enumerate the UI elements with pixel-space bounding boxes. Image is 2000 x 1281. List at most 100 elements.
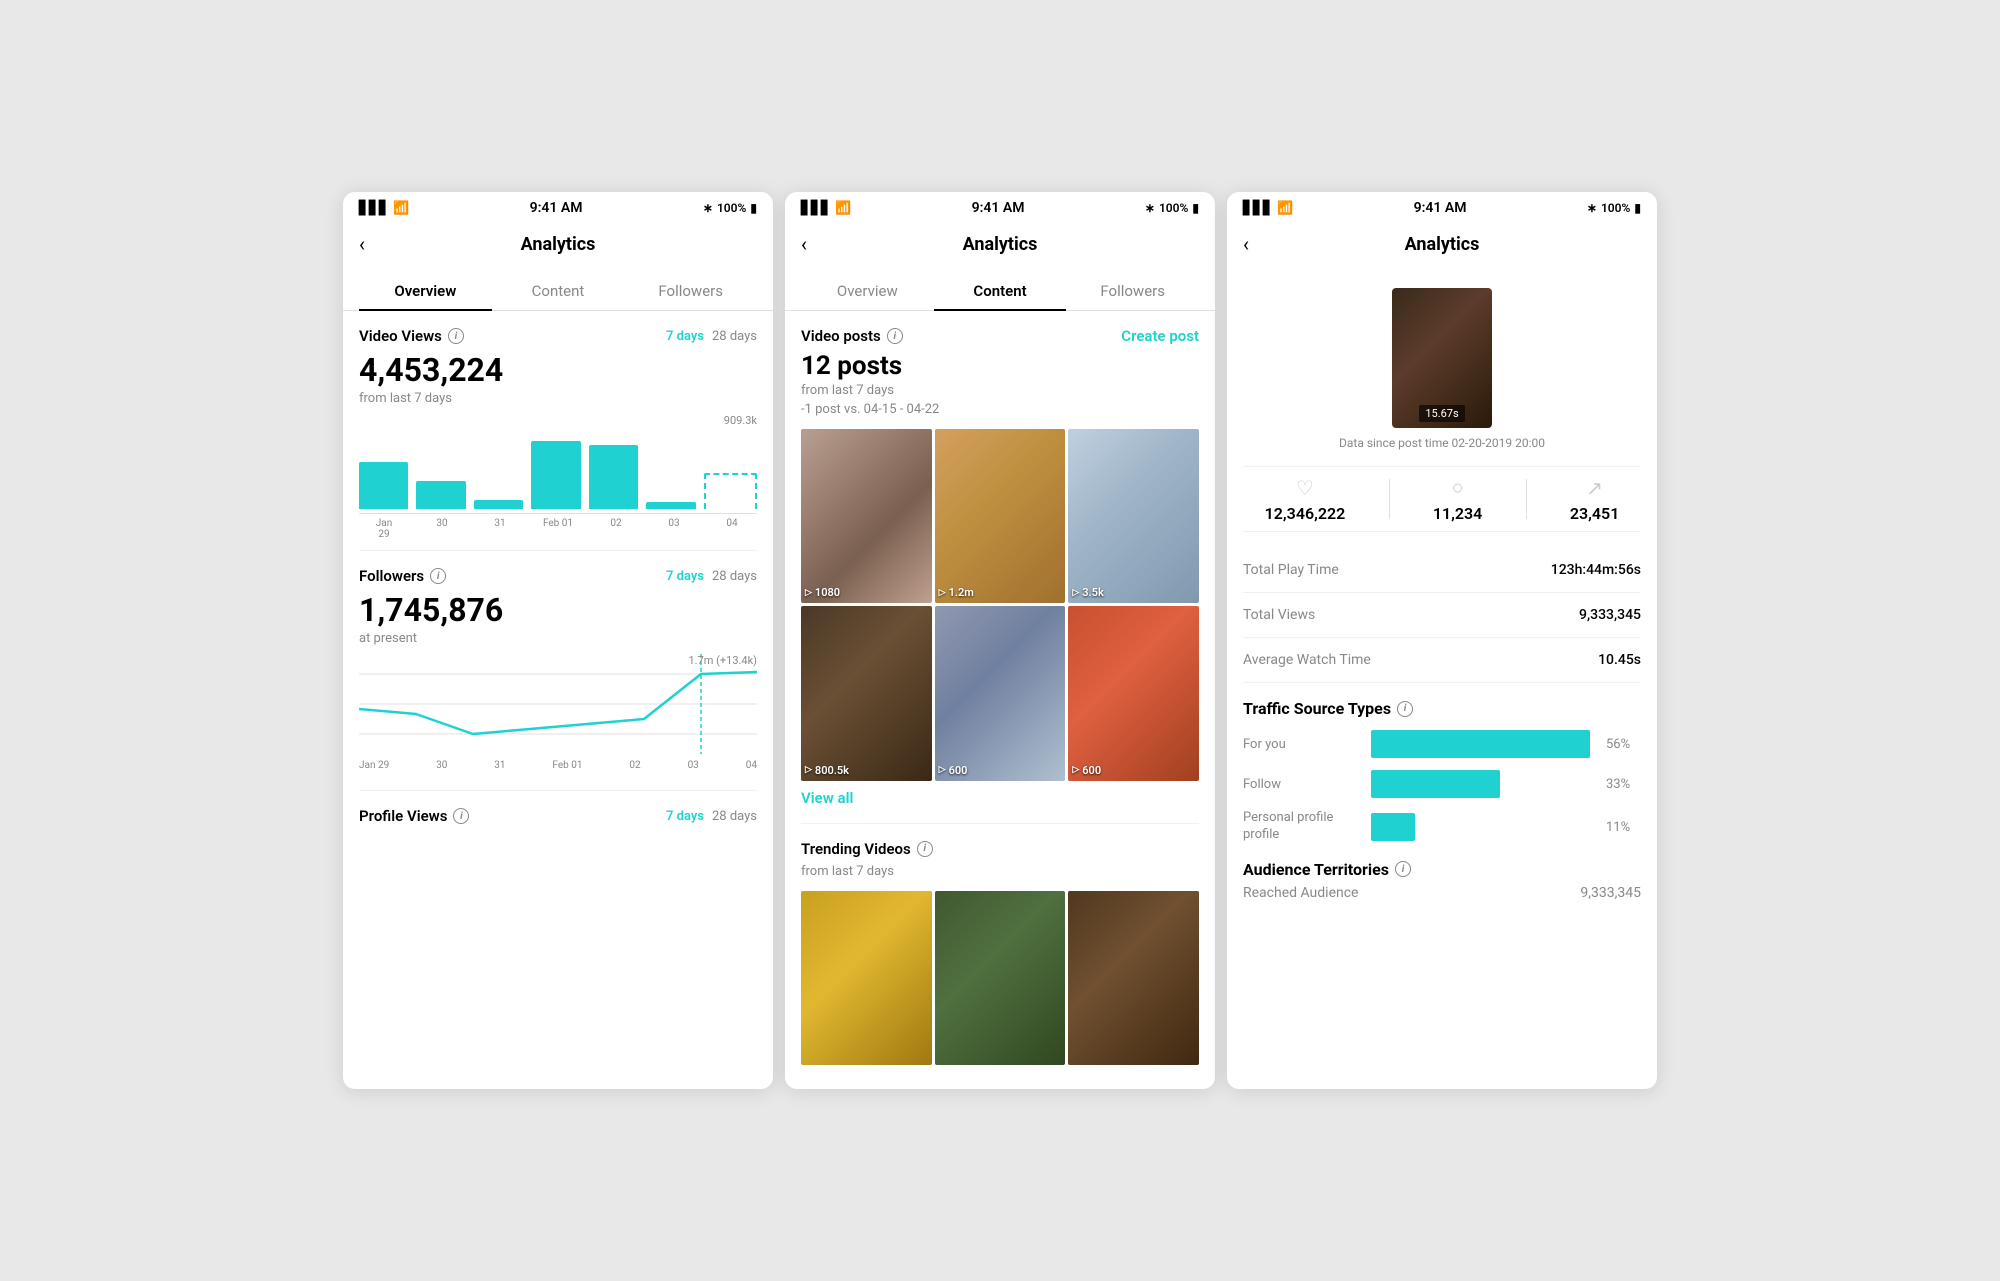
trending-info-icon[interactable]: i (917, 841, 933, 857)
reached-audience-label: Reached Audience (1243, 885, 1358, 901)
metric-row-0: Total Play Time 123h:44m:56s (1243, 548, 1641, 593)
video-thumb-0[interactable]: ▷ 1080 (801, 429, 932, 603)
followers-xlabel-6: 04 (746, 760, 757, 771)
play-icon-0: ▷ (805, 588, 812, 598)
share-icon: ↗ (1586, 476, 1603, 500)
followers-chart: 1.7m (+13.4k) Jan 29 (359, 654, 757, 774)
wifi-icon-2: 📶 (835, 201, 851, 216)
followers-xlabel-1: 30 (436, 760, 447, 771)
period-28days-btn[interactable]: 28 days (712, 329, 757, 344)
video-thumb-1[interactable]: ▷ 1.2m (935, 429, 1066, 603)
bar-label-4: 02 (591, 518, 641, 540)
followers-periods: 7 days 28 days (666, 569, 757, 584)
video-thumb-3[interactable]: ▷ 800.5k (801, 606, 932, 780)
metric-row-1: Total Views 9,333,345 (1243, 593, 1641, 638)
traffic-bar-container-1 (1371, 770, 1590, 798)
video-overlay-5: ▷ 600 (1072, 764, 1101, 777)
traffic-bar-container-2 (1371, 813, 1590, 841)
video-views-chart: 909.3k Jan29 30 31 Feb 01 02 03 (359, 414, 757, 534)
followers-xlabel-0: Jan 29 (359, 760, 389, 771)
video-views-header: Video Views i 7 days 28 days (359, 327, 757, 345)
screen-content: ▋▋▋ 📶 9:41 AM ∗ 100% ▮ ‹ Analytics Overv… (785, 192, 1215, 1089)
content-2: Video posts i Create post 12 posts from … (785, 311, 1215, 1089)
followers-period-28days[interactable]: 28 days (712, 569, 757, 584)
play-icon-3: ▷ (805, 765, 812, 775)
profile-period-28days[interactable]: 28 days (712, 809, 757, 824)
divider-2 (359, 790, 757, 791)
video-thumb-5[interactable]: ▷ 600 (1068, 606, 1199, 780)
video-views-value: 4,453,224 (359, 351, 757, 389)
video-posts-count: 12 posts (801, 351, 1199, 381)
traffic-bar-container-0 (1371, 730, 1590, 758)
tab-content-1[interactable]: Content (492, 272, 625, 310)
post-thumb-img[interactable]: 15.67s (1392, 288, 1492, 428)
followers-period-7days[interactable]: 7 days (666, 569, 704, 584)
time-3: 9:41 AM (1414, 200, 1467, 216)
tab-overview-1[interactable]: Overview (359, 272, 492, 310)
followers-xlabel-3: Feb 01 (552, 760, 582, 771)
traffic-pct-0: 56% (1606, 737, 1641, 752)
period-7days-btn[interactable]: 7 days (666, 329, 704, 344)
followers-xlabel-5: 03 (688, 760, 699, 771)
reached-audience-value: 9,333,345 (1580, 885, 1641, 901)
trending-videos-title: Trending Videos i (801, 840, 933, 858)
traffic-pct-1: 33% (1606, 777, 1641, 792)
play-icon-4: ▷ (939, 765, 946, 775)
trending-thumb-1[interactable] (935, 891, 1066, 1065)
tab-bar-1: Overview Content Followers (343, 272, 773, 311)
wifi-icon-3: 📶 (1277, 201, 1293, 216)
traffic-sources-section: Traffic Source Types i For you 56% Follo… (1243, 699, 1641, 844)
time-2: 9:41 AM (972, 200, 1025, 216)
header-2: ‹ Analytics (785, 220, 1215, 272)
bar-04-dashed (704, 473, 757, 509)
stat-divider-1 (1389, 479, 1390, 519)
status-bar-3: ▋▋▋ 📶 9:41 AM ∗ 100% ▮ (1227, 192, 1657, 220)
traffic-label-1: Follow (1243, 777, 1363, 792)
battery-pct-1: 100% (717, 201, 746, 215)
back-button-1[interactable]: ‹ (359, 228, 373, 260)
bar-label-3: Feb 01 (533, 518, 583, 540)
profile-period-7days[interactable]: 7 days (666, 809, 704, 824)
audience-subtitle-row: Reached Audience 9,333,345 (1243, 885, 1641, 901)
video-views-info-icon[interactable]: i (448, 328, 464, 344)
stats-row: ♡ 12,346,222 ○ 11,234 ↗ 23,451 (1243, 466, 1641, 532)
traffic-info-icon[interactable]: i (1397, 701, 1413, 717)
audience-info-icon[interactable]: i (1395, 861, 1411, 877)
bar-label-5: 03 (649, 518, 699, 540)
traffic-bar-1 (1371, 770, 1500, 798)
followers-info-icon[interactable]: i (430, 568, 446, 584)
view-all-btn[interactable]: View all (801, 789, 1199, 807)
create-post-btn[interactable]: Create post (1121, 327, 1199, 345)
video-views-3: 800.5k (815, 764, 849, 777)
trending-thumb-0[interactable] (801, 891, 932, 1065)
play-icon-2: ▷ (1072, 588, 1079, 598)
tab-followers-2[interactable]: Followers (1066, 272, 1199, 310)
tab-overview-2[interactable]: Overview (801, 272, 934, 310)
comments-stat: ○ 11,234 (1433, 475, 1482, 523)
video-thumb-2[interactable]: ▷ 3.5k (1068, 429, 1199, 603)
video-views-4: 600 (949, 764, 968, 777)
followers-value: 1,745,876 (359, 591, 757, 629)
video-thumb-4[interactable]: ▷ 600 (935, 606, 1066, 780)
post-thumbnail-area: 15.67s (1243, 288, 1641, 428)
shares-value: 23,451 (1570, 504, 1619, 523)
trending-thumb-2[interactable] (1068, 891, 1199, 1065)
battery-area-2: ∗ 100% ▮ (1145, 201, 1199, 215)
header-3: ‹ Analytics (1227, 220, 1657, 272)
followers-line-chart-svg (359, 654, 757, 754)
back-button-2[interactable]: ‹ (801, 228, 815, 260)
bar-label-2: 31 (475, 518, 525, 540)
video-overlay-3: ▷ 800.5k (805, 764, 849, 777)
video-posts-info-icon[interactable]: i (887, 328, 903, 344)
traffic-pct-2: 11% (1606, 820, 1641, 835)
video-views-1: 1.2m (949, 586, 974, 599)
video-overlay-0: ▷ 1080 (805, 586, 840, 599)
bar-label-0: Jan29 (359, 518, 409, 540)
traffic-row-1: Follow 33% (1243, 770, 1641, 798)
signal-icon: ▋▋▋ (359, 201, 389, 216)
profile-views-info-icon[interactable]: i (453, 808, 469, 824)
metric-value-0: 123h:44m:56s (1551, 562, 1641, 578)
tab-content-2[interactable]: Content (934, 272, 1067, 310)
tab-followers-1[interactable]: Followers (624, 272, 757, 310)
back-button-3[interactable]: ‹ (1243, 228, 1257, 260)
